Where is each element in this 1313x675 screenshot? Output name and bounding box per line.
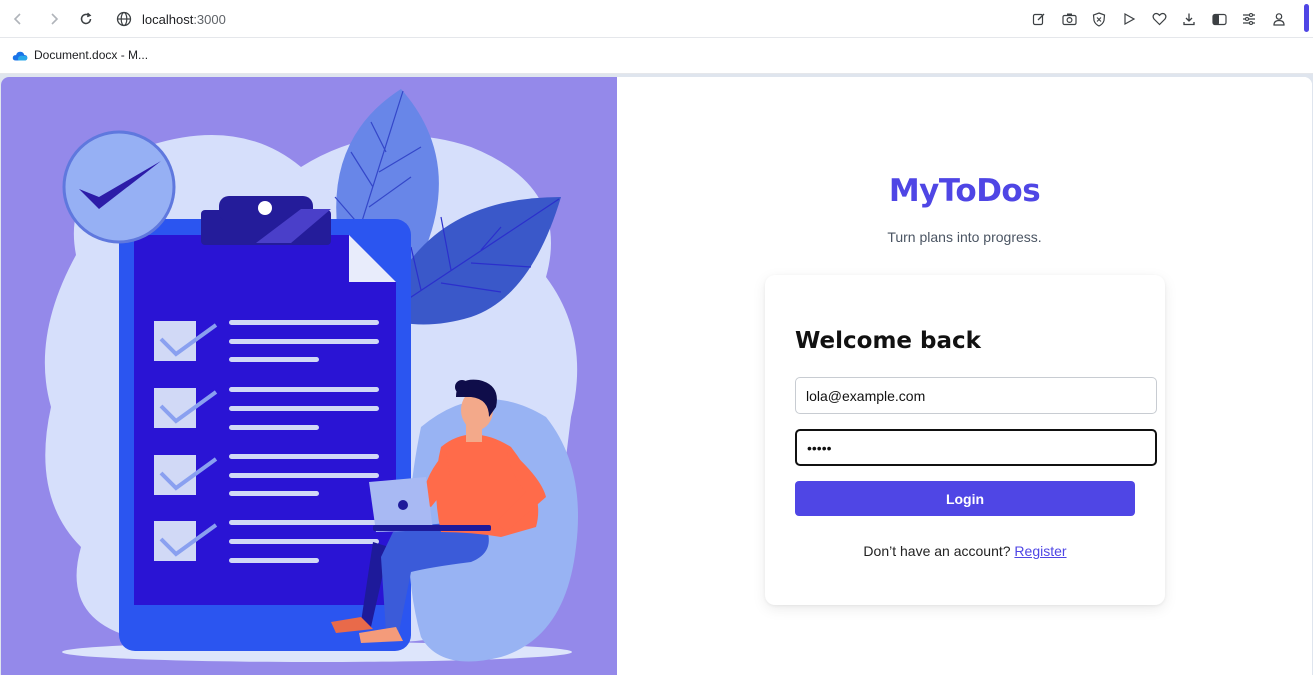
profile-button[interactable] xyxy=(1269,9,1289,29)
globe-icon xyxy=(116,11,132,27)
register-prompt: Don’t have an account? Register xyxy=(765,543,1165,559)
url-port: :3000 xyxy=(193,11,226,27)
person-hair-bun xyxy=(455,380,469,394)
reload-icon xyxy=(80,12,92,25)
play-icon xyxy=(1124,12,1136,26)
email-field[interactable] xyxy=(795,377,1157,414)
favorite-button[interactable] xyxy=(1149,9,1169,29)
hero-panel xyxy=(1,77,617,675)
download-button[interactable] xyxy=(1179,9,1199,29)
sidebar-toggle-button[interactable] xyxy=(1209,9,1229,29)
login-button[interactable]: Login xyxy=(795,481,1135,516)
forward-button[interactable] xyxy=(44,9,64,29)
login-card: Welcome back Login Don’t have an account… xyxy=(765,275,1165,605)
browser-tools xyxy=(1029,9,1289,29)
address-bar[interactable]: localhost:3000 xyxy=(116,9,226,29)
onedrive-cloud-icon xyxy=(12,51,28,60)
browser-toolbar: localhost:3000 xyxy=(0,0,1313,38)
tagline: Turn plans into progress. xyxy=(887,229,1042,245)
laptop-logo xyxy=(398,500,408,510)
settings-button[interactable] xyxy=(1239,9,1259,29)
register-prompt-text: Don’t have an account? xyxy=(863,543,1015,559)
edit-icon xyxy=(1032,13,1045,26)
password-field[interactable] xyxy=(795,429,1157,466)
todo-illustration xyxy=(44,89,578,662)
register-link[interactable]: Register xyxy=(1014,543,1066,559)
screenshot-button[interactable] xyxy=(1059,9,1079,29)
url-host: localhost xyxy=(142,11,194,27)
sidebar-icon xyxy=(1211,13,1227,25)
login-heading: Welcome back xyxy=(795,328,981,354)
back-button[interactable] xyxy=(8,9,28,29)
bookmarks-bar: Document.docx - M... xyxy=(0,38,1313,74)
download-icon xyxy=(1183,13,1195,26)
laptop-base xyxy=(373,525,491,531)
sliders-icon xyxy=(1243,12,1255,26)
forward-arrow-icon xyxy=(51,13,59,25)
heart-icon xyxy=(1152,12,1166,26)
app-page: MyToDos Turn plans into progress. Welcom… xyxy=(1,77,1312,675)
edit-page-button[interactable] xyxy=(1029,9,1049,29)
login-panel: MyToDos Turn plans into progress. Welcom… xyxy=(617,77,1312,675)
shield-button[interactable] xyxy=(1089,9,1109,29)
camera-icon xyxy=(1061,13,1077,26)
clip-hole xyxy=(258,201,272,215)
back-arrow-icon xyxy=(13,13,21,25)
shield-icon xyxy=(1092,11,1106,27)
browser-edge-accent xyxy=(1304,4,1309,32)
person-icon xyxy=(1273,13,1285,26)
bookmark-label: Document.docx - M... xyxy=(34,48,149,62)
brand-logo-text: MyToDos xyxy=(888,173,1041,209)
send-button[interactable] xyxy=(1119,9,1139,29)
reload-button[interactable] xyxy=(76,9,96,29)
bookmark-document[interactable]: Document.docx - M... xyxy=(12,48,148,62)
